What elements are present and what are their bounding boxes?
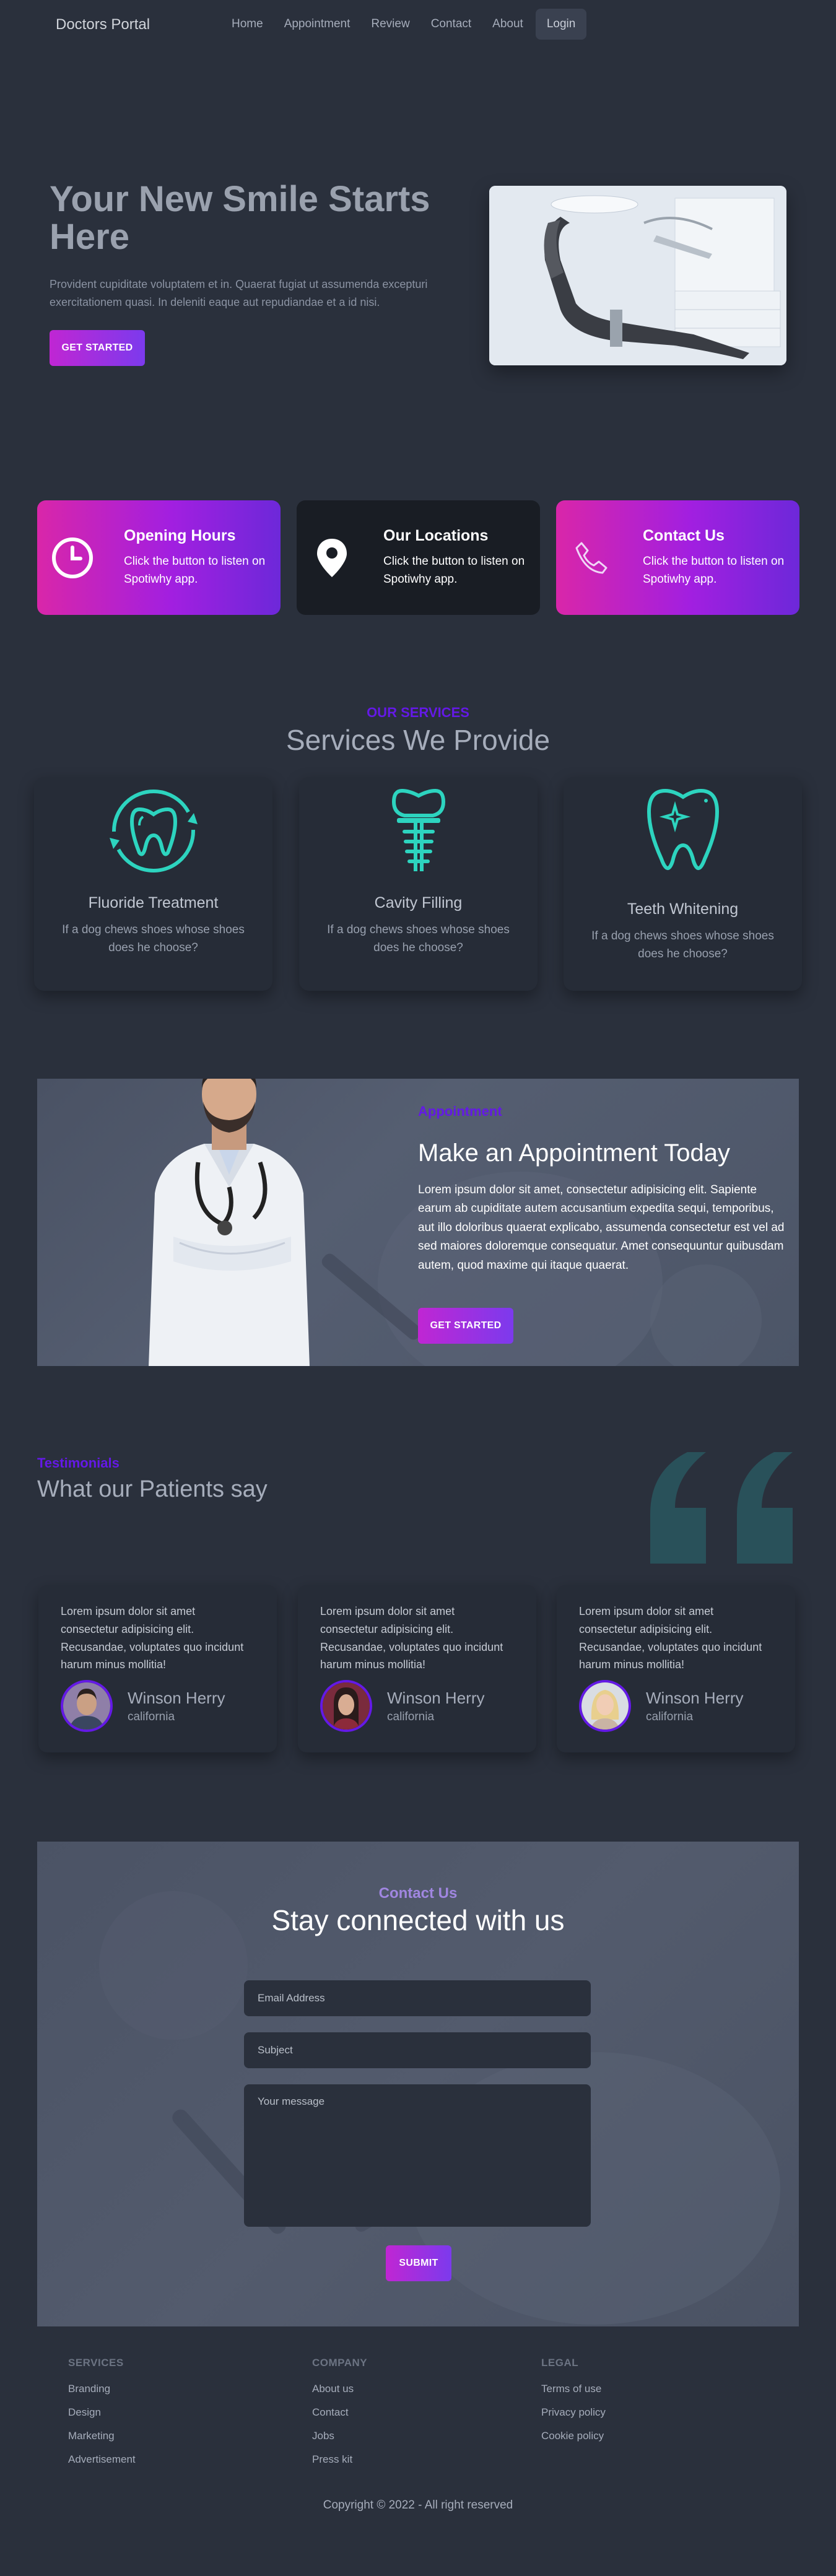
service-title: Teeth Whitening: [627, 900, 739, 918]
copyright: Copyright © 2022 - All right reserved: [323, 2499, 513, 2512]
avatar: [61, 1680, 113, 1733]
sparkle-tooth-icon: [647, 788, 719, 870]
card-title: Opening Hours: [124, 526, 236, 544]
contact-us-card[interactable]: Contact Us Click the button to listen on…: [556, 500, 799, 615]
footer-services-column: SERVICES Branding Design Marketing Adver…: [68, 2357, 136, 2477]
contact-kicker: Contact Us: [378, 1885, 458, 1902]
email-field[interactable]: Email Address: [244, 1980, 591, 2016]
footer-link-privacy[interactable]: Privacy policy: [541, 2406, 606, 2419]
testimonial-card: Lorem ipsum dolor sit amet consectetur a…: [557, 1585, 795, 1752]
testimonial-location: california: [128, 1710, 175, 1723]
services-kicker: OUR SERVICES: [367, 705, 469, 720]
card-title: Contact Us: [643, 526, 725, 544]
card-text: Click the button to listen on Spotiwhy a…: [383, 554, 525, 586]
nav-item-contact[interactable]: Contact: [422, 10, 480, 38]
testimonials-title: What our Patients say: [37, 1476, 268, 1502]
testimonial-text: Lorem ipsum dolor sit amet consectetur a…: [61, 1605, 244, 1671]
footer-heading: COMPANY: [312, 2357, 368, 2369]
services-title: Services We Provide: [285, 724, 551, 756]
testimonial-text: Lorem ipsum dolor sit amet consectetur a…: [579, 1605, 762, 1671]
hero-get-started-button[interactable]: GET STARTED: [50, 330, 145, 366]
submit-button[interactable]: SUBMIT: [386, 2245, 451, 2281]
location-pin-icon: [310, 536, 354, 580]
footer-legal-column: LEGAL Terms of use Privacy policy Cookie…: [541, 2357, 606, 2453]
service-card-whitening: Teeth Whitening If a dog chews shoes who…: [564, 777, 802, 991]
nav-menu: Home Appointment Review Contact About Lo…: [223, 5, 587, 43]
footer-heading: LEGAL: [541, 2357, 579, 2369]
service-text: If a dog chews shoes whose shoes does he…: [591, 929, 774, 961]
testimonial-card: Lorem ipsum dolor sit amet consectetur a…: [38, 1585, 277, 1752]
footer-link-jobs[interactable]: Jobs: [312, 2430, 367, 2442]
testimonial-location: california: [646, 1710, 694, 1723]
testimonials-kicker: Testimonials: [37, 1455, 120, 1471]
contact-section: Contact Us Stay connected with us Email …: [37, 1842, 799, 2326]
footer-link-press-kit[interactable]: Press kit: [312, 2453, 367, 2466]
dental-chair-image: [489, 186, 786, 365]
doctor-image: [149, 1079, 310, 1366]
hero-subtitle: Provident cupiditate voluptatem et in. Q…: [50, 278, 428, 308]
opening-hours-card[interactable]: Opening Hours Click the button to listen…: [37, 500, 281, 615]
clock-icon: [51, 536, 94, 580]
avatar: [579, 1680, 631, 1733]
testimonial-card: Lorem ipsum dolor sit amet consectetur a…: [298, 1585, 536, 1752]
card-text: Click the button to listen on Spotiwhy a…: [124, 554, 266, 586]
service-title: Fluoride Treatment: [88, 894, 219, 912]
appointment-title: Make an Appointment Today: [418, 1139, 731, 1167]
fluoride-tooth-icon: [109, 790, 198, 872]
service-card-fluoride: Fluoride Treatment If a dog chews shoes …: [34, 777, 272, 991]
nav-item-review[interactable]: Review: [362, 10, 418, 38]
appointment-section: Appointment Make an Appointment Today Lo…: [37, 1079, 799, 1366]
appointment-kicker: Appointment: [418, 1103, 502, 1119]
locations-card[interactable]: Our Locations Click the button to listen…: [297, 500, 540, 615]
appointment-text: Lorem ipsum dolor sit amet, consectetur …: [418, 1183, 785, 1272]
footer-company-column: COMPANY About us Contact Jobs Press kit: [312, 2357, 367, 2477]
footer-heading: SERVICES: [68, 2357, 124, 2369]
testimonial-text: Lorem ipsum dolor sit amet consectetur a…: [320, 1605, 503, 1671]
footer-link-branding[interactable]: Branding: [68, 2383, 136, 2395]
footer-link-about-us[interactable]: About us: [312, 2383, 367, 2395]
phone-icon: [570, 536, 613, 580]
footer-link-advertisement[interactable]: Advertisement: [68, 2453, 136, 2466]
footer-link-contact[interactable]: Contact: [312, 2406, 367, 2419]
testimonial-name: Winson Herry: [387, 1688, 485, 1707]
contact-title: Stay connected with us: [271, 1904, 565, 1936]
message-textarea[interactable]: Your message: [244, 2084, 591, 2227]
card-text: Click the button to listen on Spotiwhy a…: [643, 554, 785, 586]
service-title: Cavity Filling: [374, 894, 463, 912]
navbar: Doctors Portal Home Appointment Review C…: [0, 0, 836, 50]
nav-item-appointment[interactable]: Appointment: [276, 10, 359, 38]
avatar: [320, 1680, 372, 1733]
nav-item-home[interactable]: Home: [223, 10, 272, 38]
brand-logo[interactable]: Doctors Portal: [56, 16, 150, 33]
hero-title: Your New Smile Starts Here: [50, 179, 430, 257]
footer-link-cookie[interactable]: Cookie policy: [541, 2430, 606, 2442]
testimonial-location: california: [387, 1710, 435, 1723]
footer-link-terms[interactable]: Terms of use: [541, 2383, 606, 2395]
testimonial-name: Winson Herry: [128, 1688, 225, 1707]
login-button[interactable]: Login: [535, 9, 587, 40]
nav-item-about[interactable]: About: [484, 10, 532, 38]
testimonial-name: Winson Herry: [646, 1688, 744, 1707]
footer-link-marketing[interactable]: Marketing: [68, 2430, 136, 2442]
service-text: If a dog chews shoes whose shoes does he…: [62, 923, 245, 955]
service-card-cavity: Cavity Filling If a dog chews shoes whos…: [299, 777, 538, 991]
quote-icon: [650, 1452, 793, 1564]
appointment-get-started-button[interactable]: GET STARTED: [418, 1308, 513, 1344]
dental-implant-icon: [391, 788, 445, 871]
subject-field[interactable]: Subject: [244, 2032, 591, 2068]
card-title: Our Locations: [383, 526, 489, 544]
service-text: If a dog chews shoes whose shoes does he…: [327, 923, 510, 955]
footer-link-design[interactable]: Design: [68, 2406, 136, 2419]
